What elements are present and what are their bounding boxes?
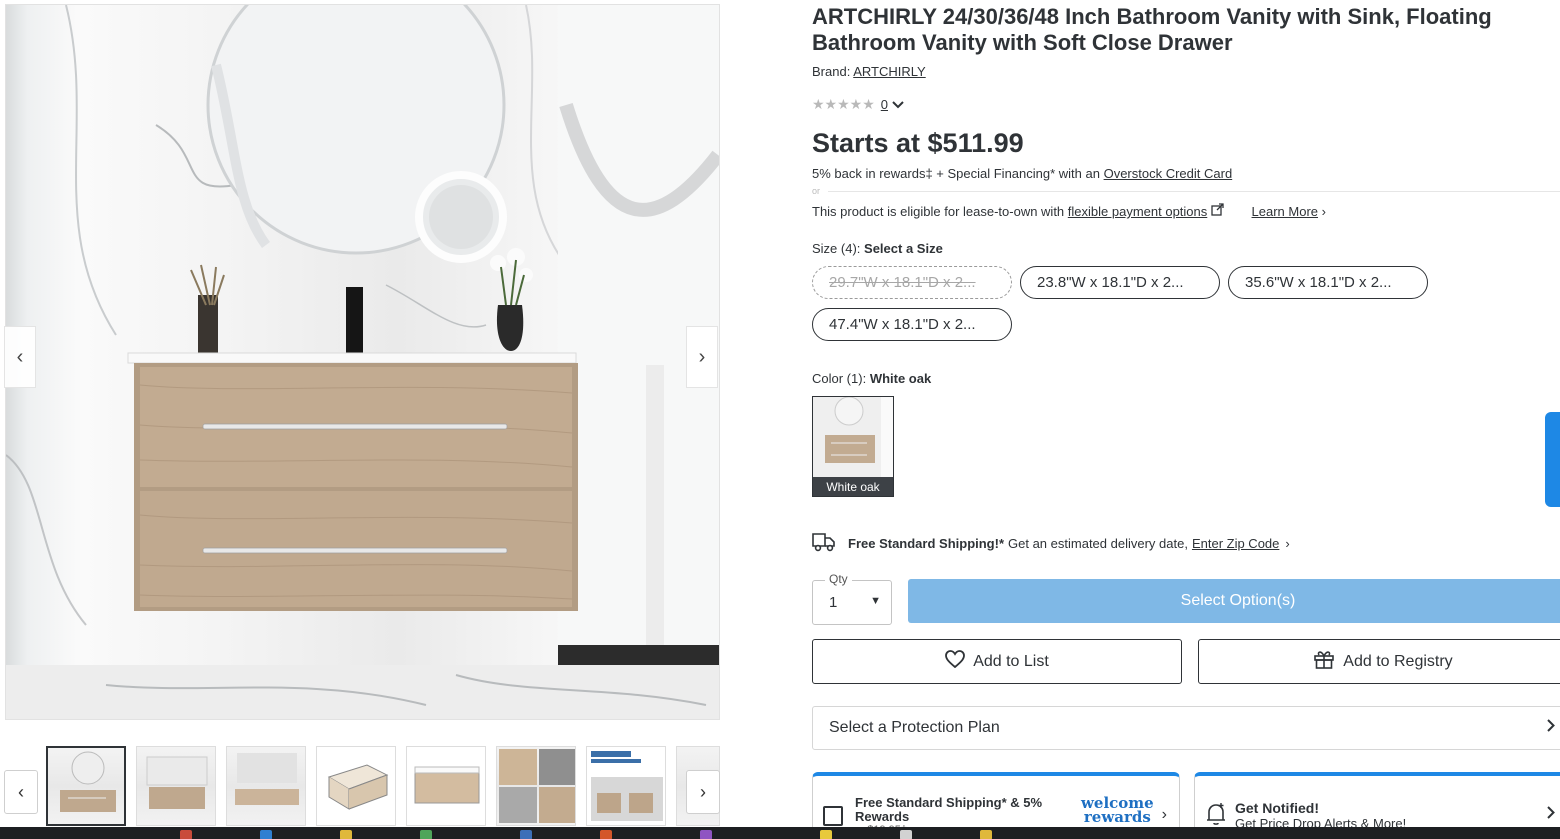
gift-icon: [1313, 649, 1335, 674]
review-count-link[interactable]: 0: [881, 97, 888, 112]
color-swatch-white-oak[interactable]: White oak: [812, 396, 894, 497]
add-to-registry-label: Add to Registry: [1343, 652, 1453, 670]
size-option-4[interactable]: 47.4"W x 18.1"D x 2...: [812, 308, 1012, 341]
chevron-right-icon: ›: [698, 345, 706, 368]
taskbar: [0, 827, 1560, 839]
brand-line: Brand: ARTCHIRLY: [812, 64, 926, 79]
thumbnail-6[interactable]: [496, 746, 576, 826]
chevron-right-icon: ›: [1285, 536, 1290, 551]
size-option-3[interactable]: 35.6"W x 18.1"D x 2...: [1228, 266, 1428, 299]
color-label: Color (1): White oak: [812, 371, 931, 386]
product-price: Starts at $511.99: [812, 128, 1024, 158]
taskbar-app-icon[interactable]: [420, 830, 432, 839]
taskbar-app-icon[interactable]: [700, 830, 712, 839]
qty-value: 1: [829, 594, 838, 611]
shipping-line: Free Standard Shipping!* Get an estimate…: [812, 531, 1290, 556]
rating-stars-icon: ★★★★★: [812, 96, 875, 112]
caret-down-icon: ▼: [870, 595, 881, 607]
add-to-list-button[interactable]: Add to List: [812, 639, 1182, 684]
thumb-prev-button[interactable]: ‹: [4, 770, 38, 814]
brand-label: Brand:: [812, 64, 851, 79]
or-separator: or: [812, 186, 821, 196]
truck-icon: [812, 531, 836, 556]
swatch-image: [813, 397, 893, 479]
external-link-icon[interactable]: [1211, 203, 1228, 219]
chevron-right-icon: ›: [1161, 806, 1167, 823]
taskbar-app-icon[interactable]: [900, 830, 912, 839]
thumbnail-2[interactable]: [136, 746, 216, 826]
lease-text: This product is eligible for lease-to-ow…: [812, 204, 1065, 219]
taskbar-app-icon[interactable]: [520, 830, 532, 839]
add-to-registry-button[interactable]: Add to Registry: [1198, 639, 1560, 684]
taskbar-app-icon[interactable]: [180, 830, 192, 839]
rewards-card-title: Free Standard Shipping* & 5% Rewards: [855, 795, 1043, 824]
select-options-button[interactable]: Select Option(s): [908, 579, 1560, 623]
chevron-left-icon: ‹: [16, 345, 24, 368]
chevron-left-icon: ‹: [18, 781, 24, 802]
qty-label: Qty: [825, 572, 852, 586]
chevron-right-icon: ›: [700, 781, 706, 802]
vanity-photo: [6, 5, 719, 719]
chevron-right-icon: [1547, 719, 1555, 737]
lease-line: This product is eligible for lease-to-ow…: [812, 203, 1326, 219]
heart-icon: [945, 650, 966, 673]
taskbar-app-icon[interactable]: [340, 830, 352, 839]
thumbnail-7[interactable]: [586, 746, 666, 826]
gallery-next-button[interactable]: ›: [686, 326, 718, 388]
taskbar-app-icon[interactable]: [600, 830, 612, 839]
taskbar-app-icon[interactable]: [820, 830, 832, 839]
chevron-down-icon[interactable]: [892, 98, 904, 112]
swatch-caption: White oak: [813, 477, 893, 496]
chevron-right-icon: ›: [1321, 204, 1326, 219]
protection-plan-label: Select a Protection Plan: [829, 719, 1000, 736]
rewards-line: 5% back in rewards‡ + Special Financing*…: [812, 166, 1232, 181]
protection-plan-select[interactable]: Select a Protection Plan: [812, 706, 1560, 750]
product-info-panel: ARTCHIRLY 24/30/36/48 Inch Bathroom Vani…: [812, 0, 1560, 839]
size-prompt: Select a Size: [864, 241, 943, 256]
thumb-next-button[interactable]: ›: [686, 770, 720, 814]
welcome-rewards-logo: welcome rewards: [1081, 796, 1154, 826]
rating-widget[interactable]: ★★★★★ 0: [812, 96, 904, 113]
learn-more-link[interactable]: Learn More: [1252, 204, 1318, 219]
free-shipping-label: Free Standard Shipping!*: [848, 536, 1005, 551]
welcome-logo-line2: rewards: [1083, 808, 1151, 826]
main-product-image[interactable]: [5, 4, 720, 720]
color-selected-value: White oak: [869, 371, 932, 386]
quantity-select[interactable]: Qty 1 ▼: [812, 572, 892, 625]
feedback-side-tab[interactable]: [1545, 412, 1560, 507]
taskbar-app-icon[interactable]: [260, 830, 272, 839]
thumbnail-strip: ‹ ›: [4, 744, 720, 839]
thumbnail-1[interactable]: [46, 746, 126, 826]
rewards-checkbox[interactable]: [823, 806, 843, 826]
brand-link[interactable]: ARTCHIRLY: [853, 64, 925, 79]
shipping-text: Get an estimated delivery date,: [1008, 536, 1188, 551]
notify-card-title: Get Notified!: [1235, 800, 1319, 816]
chevron-right-icon: [1547, 806, 1555, 824]
thumbnail-3[interactable]: [226, 746, 306, 826]
size-option-2[interactable]: 23.8"W x 18.1"D x 2...: [1020, 266, 1220, 299]
taskbar-app-icon[interactable]: [980, 830, 992, 839]
flexible-payment-link[interactable]: flexible payment options: [1068, 204, 1207, 219]
thumbnail-5[interactable]: [406, 746, 486, 826]
thumbnail-4[interactable]: [316, 746, 396, 826]
color-count-label: Color (1):: [812, 371, 867, 386]
gallery-prev-button[interactable]: ‹: [4, 326, 36, 388]
enter-zip-link[interactable]: Enter Zip Code: [1192, 536, 1279, 551]
rewards-text: 5% back in rewards‡ + Special Financing*…: [812, 166, 1100, 181]
size-count-label: Size (4):: [812, 241, 861, 256]
size-label: Size (4): Select a Size: [812, 241, 943, 256]
size-option-1[interactable]: 29.7"W x 18.1"D x 2...: [812, 266, 1012, 299]
credit-card-link[interactable]: Overstock Credit Card: [1104, 166, 1233, 181]
product-title: ARTCHIRLY 24/30/36/48 Inch Bathroom Vani…: [812, 4, 1492, 55]
divider: [828, 191, 1560, 192]
add-to-list-label: Add to List: [973, 652, 1049, 670]
